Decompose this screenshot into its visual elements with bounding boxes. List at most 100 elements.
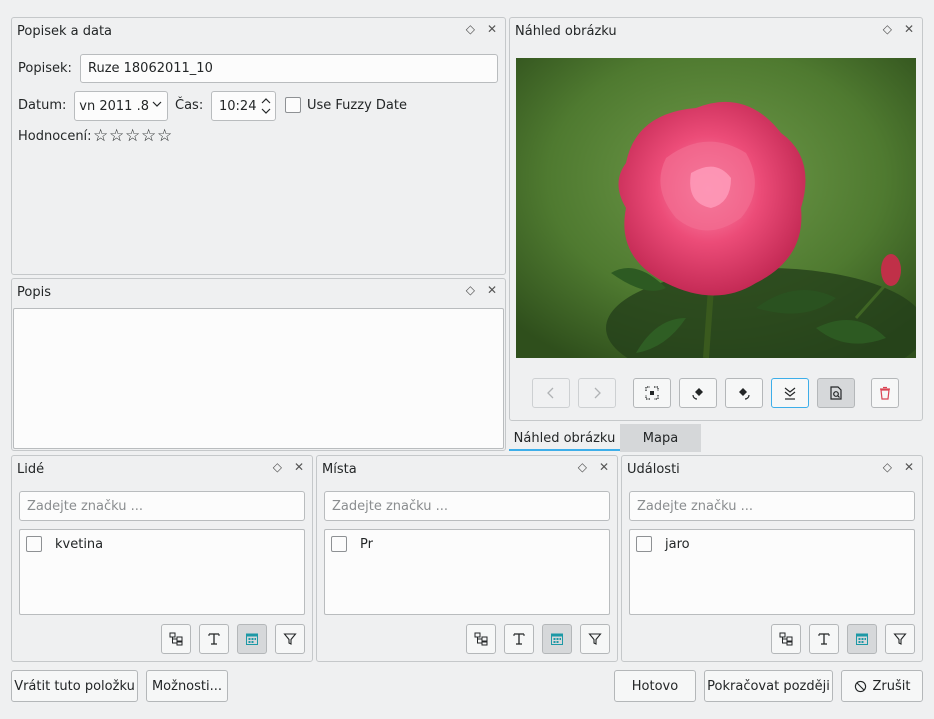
places-tag-input[interactable]: Zadejte značku ... — [324, 491, 610, 521]
tag-calendar-button[interactable] — [542, 624, 572, 654]
options-button[interactable]: Možnosti... — [146, 670, 228, 702]
tag-filter-button[interactable] — [580, 624, 610, 654]
people-tag-placeholder: Zadejte značku ... — [27, 498, 144, 514]
rating-stars[interactable]: ☆ ☆ ☆ ☆ ☆ — [93, 128, 173, 145]
tab-preview-label: Náhled obrázku — [513, 430, 616, 446]
float-icon[interactable]: ◇ — [578, 460, 587, 474]
places-tag-list: Pr — [324, 529, 610, 615]
tag-edit-button[interactable] — [809, 624, 839, 654]
document-preview-icon — [830, 386, 842, 400]
calendar-icon — [856, 633, 868, 645]
delete-button[interactable] — [871, 378, 899, 408]
float-icon[interactable]: ◇ — [273, 460, 282, 474]
rotate-right-button[interactable] — [725, 378, 763, 408]
star-icon[interactable]: ☆ — [93, 128, 109, 145]
text-icon — [513, 633, 525, 645]
chevron-down-icon — [151, 98, 163, 114]
continue-later-label: Pokračovat později — [707, 678, 830, 694]
tag-tree-button[interactable] — [771, 624, 801, 654]
chevron-left-icon — [547, 387, 554, 399]
events-tag-placeholder: Zadejte značku ... — [637, 498, 754, 514]
text-icon — [818, 633, 830, 645]
list-item[interactable]: Pr — [331, 536, 373, 552]
time-label: Čas: — [175, 98, 204, 113]
calendar-icon — [551, 633, 563, 645]
star-icon[interactable]: ☆ — [125, 128, 141, 145]
events-panel-title: Události — [627, 462, 680, 477]
continue-later-button[interactable]: Pokračovat později — [704, 670, 833, 702]
tag-edit-button[interactable] — [504, 624, 534, 654]
spin-arrows-icon[interactable] — [260, 95, 272, 121]
caption-input[interactable]: Ruze 18062011_10 — [80, 54, 498, 83]
places-panel-title: Místa — [322, 462, 357, 477]
cancel-icon — [854, 680, 866, 692]
zoom-fit-button[interactable] — [633, 378, 671, 408]
star-icon[interactable]: ☆ — [141, 128, 157, 145]
tag-checkbox[interactable] — [636, 536, 652, 552]
date-picker[interactable]: 8. čvn 2011 — [74, 91, 168, 121]
preview-button[interactable] — [817, 378, 855, 408]
cancel-button[interactable]: Zrušit — [841, 670, 923, 702]
tag-checkbox[interactable] — [26, 536, 42, 552]
tag-checkbox[interactable] — [331, 536, 347, 552]
previous-button[interactable] — [532, 378, 570, 408]
description-panel-title: Popis — [17, 285, 51, 300]
tab-map[interactable]: Mapa — [620, 424, 701, 452]
caption-value: Ruze 18062011_10 — [88, 61, 213, 76]
done-label: Hotovo — [631, 678, 679, 694]
preview-panel-title: Náhled obrázku — [515, 24, 617, 39]
tag-filter-button[interactable] — [885, 624, 915, 654]
float-icon[interactable]: ◇ — [466, 283, 475, 297]
cancel-label: Zrušit — [872, 678, 911, 694]
revert-button[interactable]: Vrátit tuto položku — [11, 670, 138, 702]
zoom-fit-icon — [645, 386, 659, 400]
people-panel-title: Lidé — [17, 462, 45, 477]
tab-map-label: Mapa — [642, 430, 679, 446]
fuzzy-date-checkbox[interactable] — [285, 97, 301, 113]
star-icon[interactable]: ☆ — [157, 128, 173, 145]
preview-image — [516, 58, 916, 358]
trash-icon — [880, 386, 890, 400]
close-icon[interactable]: ✕ — [599, 460, 609, 474]
float-icon[interactable]: ◇ — [466, 22, 475, 36]
done-button[interactable]: Hotovo — [614, 670, 696, 702]
time-spinbox[interactable]: 10:24 — [211, 91, 276, 121]
list-item[interactable]: jaro — [636, 536, 690, 552]
chevron-right-icon — [594, 387, 601, 399]
tag-calendar-button[interactable] — [847, 624, 877, 654]
events-tag-input[interactable]: Zadejte značku ... — [629, 491, 915, 521]
tab-active-indicator — [509, 449, 620, 451]
description-textarea[interactable] — [13, 308, 504, 449]
float-icon[interactable]: ◇ — [883, 22, 892, 36]
rating-label: Hodnocení: — [18, 129, 92, 144]
revert-label: Vrátit tuto položku — [14, 678, 135, 694]
list-item[interactable]: kvetina — [26, 536, 103, 552]
hierarchy-icon — [779, 632, 793, 646]
hierarchy-icon — [169, 632, 183, 646]
filter-icon — [283, 633, 297, 645]
tag-label: jaro — [665, 536, 690, 552]
places-tag-placeholder: Zadejte značku ... — [332, 498, 449, 514]
float-icon[interactable]: ◇ — [883, 460, 892, 474]
close-icon[interactable]: ✕ — [904, 460, 914, 474]
rotate-left-button[interactable] — [679, 378, 717, 408]
tab-preview[interactable]: Náhled obrázku — [509, 424, 620, 452]
tag-tree-button[interactable] — [161, 624, 191, 654]
filter-icon — [893, 633, 907, 645]
close-icon[interactable]: ✕ — [487, 283, 497, 297]
close-icon[interactable]: ✕ — [294, 460, 304, 474]
tag-calendar-button[interactable] — [237, 624, 267, 654]
tag-filter-button[interactable] — [275, 624, 305, 654]
people-tag-input[interactable]: Zadejte značku ... — [19, 491, 305, 521]
close-icon[interactable]: ✕ — [904, 22, 914, 36]
tag-tree-button[interactable] — [466, 624, 496, 654]
next-button[interactable] — [578, 378, 616, 408]
close-icon[interactable]: ✕ — [487, 22, 497, 36]
apply-button[interactable] — [771, 378, 809, 408]
hierarchy-icon — [474, 632, 488, 646]
tag-label: Pr — [360, 536, 373, 552]
text-icon — [208, 633, 220, 645]
tag-edit-button[interactable] — [199, 624, 229, 654]
star-icon[interactable]: ☆ — [109, 128, 125, 145]
double-chevron-down-icon — [784, 387, 796, 400]
